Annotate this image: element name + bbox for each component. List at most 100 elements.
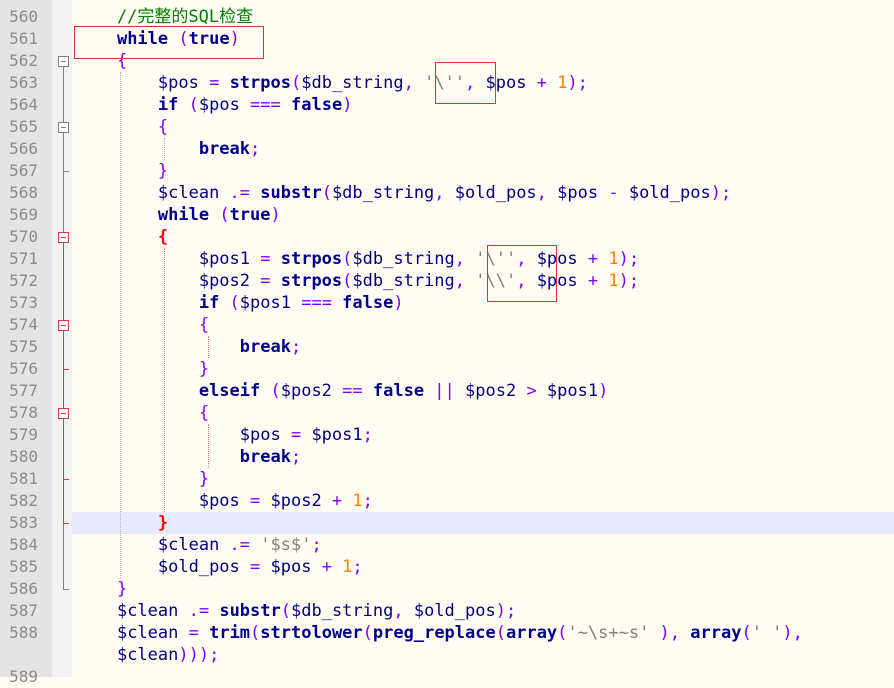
code-token: strpos (229, 73, 291, 93)
code-token: 1 (352, 491, 363, 511)
code-token: ) (342, 95, 353, 115)
code-token: ), (782, 623, 803, 643)
line-number: 588 (9, 623, 38, 642)
code-line[interactable]: 566 break; (0, 138, 894, 160)
code-line[interactable]: 572 $pos2 = strpos($db_string, '\\', $po… (0, 270, 894, 292)
line-number: 582 (9, 491, 38, 510)
code-token: $clean (157, 183, 220, 203)
code-text: elseif ($pos2 == false || $pos2 > $pos1) (76, 380, 609, 402)
code-line[interactable]: $clean))); (0, 644, 894, 666)
code-token: $pos2 (198, 271, 251, 291)
code-line[interactable]: 573 if ($pos1 === false) (0, 292, 894, 314)
code-line[interactable]: 587 $clean .= substr($db_string, $old_po… (0, 600, 894, 622)
fold-toggle-icon[interactable] (58, 232, 69, 243)
code-token: $old_pos (454, 183, 537, 203)
code-text: } (76, 160, 168, 182)
code-text: $clean = trim(strtolower(preg_replace(ar… (76, 622, 803, 644)
code-line[interactable]: 588 $clean = trim(strtolower(preg_replac… (0, 622, 894, 644)
code-token: ; (290, 337, 302, 357)
code-token: $clean (116, 601, 179, 621)
code-token: $pos2 (465, 381, 517, 401)
code-line[interactable]: 567 } (0, 160, 894, 182)
code-token: ); (567, 73, 588, 93)
code-token: //完整的SQL检查 (76, 7, 254, 27)
code-token: $clean (116, 645, 179, 665)
code-token: substr (260, 183, 322, 203)
code-line[interactable]: 571 $pos1 = strpos($db_string, '\'', $po… (0, 248, 894, 270)
code-token: ( (209, 205, 230, 225)
code-line[interactable]: 570 { (0, 226, 894, 248)
code-line[interactable]: 585 $old_pos = $pos + 1; (0, 556, 894, 578)
code-token: + (577, 271, 609, 291)
code-token: strtolower (260, 623, 363, 643)
code-token: ( (321, 183, 332, 203)
line-number: 567 (9, 161, 38, 180)
line-number: 561 (9, 29, 38, 48)
code-line[interactable]: 569 while (true) (0, 204, 894, 226)
code-token: if (198, 293, 220, 313)
fold-end-tick (63, 369, 69, 370)
code-line[interactable]: 583 } (0, 512, 894, 534)
code-token: preg_replace (372, 623, 496, 643)
code-token: } (157, 513, 169, 533)
line-number: 586 (9, 579, 38, 598)
code-token: $pos2 (270, 491, 322, 511)
fold-toggle-icon[interactable] (58, 408, 69, 419)
code-line[interactable]: 582 $pos = $pos2 + 1; (0, 490, 894, 512)
code-line[interactable]: 584 $clean .= '$s$'; (0, 534, 894, 556)
code-token: === (239, 95, 291, 115)
line-number: 574 (9, 315, 38, 334)
code-token: { (157, 227, 169, 247)
code-line[interactable]: 568 $clean .= substr($db_string, $old_po… (0, 182, 894, 204)
code-line[interactable]: 586 } (0, 578, 894, 600)
code-token: while (157, 205, 210, 225)
code-line[interactable]: 560 //完整的SQL检查 (0, 6, 894, 28)
code-token: = (250, 249, 281, 269)
fold-toggle-icon[interactable] (58, 56, 69, 67)
code-line[interactable]: 574 { (0, 314, 894, 336)
code-line[interactable]: 575 break; (0, 336, 894, 358)
line-number: 569 (9, 205, 38, 224)
fold-toggle-icon[interactable] (58, 122, 69, 133)
code-line[interactable]: 565 { (0, 116, 894, 138)
code-token: ( (342, 271, 353, 291)
line-number: 571 (9, 249, 38, 268)
fold-toggle-icon[interactable] (58, 320, 69, 331)
code-text: $pos = strpos($db_string, '\'', $pos + 1… (76, 72, 588, 94)
code-text: } (76, 468, 209, 490)
code-text: $clean))); (76, 644, 219, 666)
code-token: ); (618, 249, 640, 269)
code-token: $old_pos (413, 601, 496, 621)
code-line[interactable]: 581 } (0, 468, 894, 490)
code-line[interactable]: 576 } (0, 358, 894, 380)
line-number: 566 (9, 139, 38, 158)
annotation-box-quote (435, 62, 496, 104)
code-line[interactable]: 578 { (0, 402, 894, 424)
code-token: break (239, 447, 291, 467)
indent-guide (164, 138, 165, 160)
code-line[interactable]: 589 (0, 666, 894, 688)
code-text: if ($pos === false) (76, 94, 353, 116)
code-token: substr (219, 601, 281, 621)
code-token: $pos (198, 491, 240, 511)
code-token: $old_pos (628, 183, 711, 203)
code-token: $clean (116, 623, 179, 643)
code-text: break; (76, 336, 301, 358)
code-line[interactable]: 579 $pos = $pos1; (0, 424, 894, 446)
code-line[interactable]: 580 break; (0, 446, 894, 468)
code-token: ), (649, 623, 691, 643)
code-token: ( (280, 601, 291, 621)
code-token: .= (219, 535, 261, 555)
code-token: ; (290, 447, 302, 467)
code-line[interactable]: 577 elseif ($pos2 == false || $pos2 > $p… (0, 380, 894, 402)
code-token: , (454, 271, 476, 291)
